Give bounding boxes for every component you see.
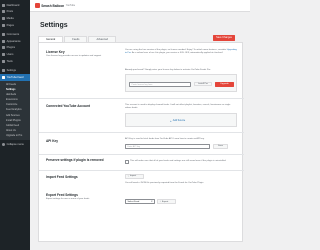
collapse-label: Collapse menu — [6, 143, 24, 147]
sidebar-item-plugins[interactable]: Plugins — [0, 45, 30, 52]
comments-icon — [2, 33, 5, 37]
import-button[interactable]: ↑ Import — [125, 174, 144, 179]
balloon-icon — [35, 3, 40, 8]
sidebar-item-label: Tools — [6, 59, 13, 63]
admin-sidebar: Dashboard Posts Media Pages Comments Appearan… — [0, 0, 30, 250]
youtube-feed-icon — [2, 75, 5, 79]
license-line2: As a valued user of our Lite plugin, you… — [131, 52, 224, 54]
license-line1b: To unlock more features, consider — [193, 49, 227, 51]
sidebar-item-pages[interactable]: Pages — [0, 22, 30, 29]
license-line1: You are using the free version of the pl… — [125, 49, 193, 51]
api-key-save-button[interactable]: Save — [213, 144, 228, 149]
upload-icon: ↑ — [127, 174, 129, 178]
page-title: Settings — [40, 22, 68, 29]
brand-name: Smash Balloon — [41, 3, 65, 8]
connect-label: Connected YouTube Account — [46, 104, 90, 108]
preserve-label: Preserve settings if plugin is removed — [46, 158, 104, 162]
export-button[interactable]: ↓ Export — [157, 199, 176, 204]
settings-panel: License Key Your license key provides ac… — [38, 42, 244, 242]
sidebar-item-tools[interactable]: Tools — [0, 58, 30, 65]
export-select-value: Select Feed — [127, 200, 140, 203]
brand-sub: YouTube — [65, 4, 76, 7]
license-row: License Key Your license key provides ac… — [39, 43, 244, 99]
settings-icon — [2, 69, 5, 73]
appearance-icon — [2, 39, 5, 43]
sidebar-item-label: Pages — [6, 23, 14, 27]
export-button-label: Export — [161, 200, 169, 203]
dashboard-icon — [2, 3, 5, 7]
submenu-item-upgrade-to-pro[interactable]: Upgrade to Pro — [0, 133, 30, 138]
preserve-desc: This will make sure that all of your fee… — [130, 160, 226, 163]
preserve-row: Preserve settings if plugin is removed T… — [39, 155, 244, 171]
sidebar-item-label: Settings — [6, 69, 16, 73]
sidebar-item-comments[interactable]: Comments — [0, 31, 30, 38]
import-desc: You will need a JSON file previously exp… — [125, 182, 204, 184]
pages-icon — [2, 23, 5, 27]
license-info: You are using the free version of the pl… — [125, 49, 237, 55]
license-key-placeholder: Paste license key here — [131, 83, 153, 86]
api-key-desc: API Key is used to fetch feeds from YouT… — [125, 138, 205, 140]
add-source-label: Add Source — [172, 119, 186, 122]
plugins-icon — [2, 46, 5, 50]
plugin-header: Smash Balloon YouTube — [30, 0, 250, 12]
import-label: Import Feed Settings — [46, 175, 78, 179]
export-row: Export Feed Settings Export settings for… — [39, 191, 244, 217]
collapse-icon — [2, 143, 5, 147]
sidebar-item-posts[interactable]: Posts — [0, 9, 30, 16]
tools-icon — [2, 59, 5, 63]
export-label: Export Feed Settings — [46, 193, 78, 197]
sidebar-item-label: Users — [6, 52, 14, 56]
brand-logo: Smash Balloon YouTube — [35, 3, 75, 8]
collapse-menu-button[interactable]: Collapse menu — [0, 142, 30, 149]
sidebar-submenu: All Feeds Settings oEmbeds Extensions Custom… — [0, 80, 30, 140]
export-feed-select[interactable]: Select Feed ▾ — [125, 199, 155, 205]
chevron-down-icon: ▾ — [151, 200, 153, 204]
api-key-input[interactable]: Enter API key — [125, 144, 210, 149]
save-changes-button[interactable]: Save Changes — [213, 35, 235, 41]
license-paste-note: Already purchased? Simply enter your lic… — [125, 69, 211, 71]
media-icon — [2, 16, 5, 20]
api-key-row: API Key API Key is used to fetch feeds f… — [39, 133, 244, 155]
sidebar-item-label: Media — [6, 16, 14, 20]
download-icon: ↓ — [159, 200, 161, 204]
sidebar-item-settings[interactable]: Settings — [0, 67, 30, 74]
sidebar-item-label: YouTube Feed — [6, 75, 24, 79]
api-key-placeholder: Enter API key — [127, 146, 141, 149]
license-label: License Key — [46, 50, 65, 54]
connect-desc: This account is used to display channel … — [125, 104, 231, 109]
add-source-box: + Add Source — [125, 113, 237, 127]
sidebar-item-label: Plugins — [6, 46, 16, 50]
license-key-input[interactable]: Paste license key here — [129, 81, 191, 87]
connect-row: Connected YouTube Account This account i… — [39, 99, 244, 133]
upgrade-button[interactable]: Upgrade — [215, 81, 234, 87]
sidebar-item-label: Appearance — [6, 39, 21, 43]
sidebar-item-label: Posts — [6, 10, 14, 14]
import-row: Import Feed Settings ↑ Import You will n… — [39, 171, 244, 191]
import-button-label: Import — [129, 175, 137, 178]
install-pro-button[interactable]: Install Pro — [194, 81, 212, 87]
sidebar-item-appearance[interactable]: Appearance — [0, 38, 30, 45]
add-source-button[interactable]: + Add Source — [170, 119, 185, 123]
posts-icon — [2, 10, 5, 14]
sidebar-item-label: Dashboard — [6, 3, 20, 7]
license-activation-box: Paste license key here Install Pro Upgra… — [125, 74, 237, 92]
plus-icon: + — [170, 118, 172, 123]
users-icon — [2, 52, 5, 56]
license-desc: Your license key provides access to upda… — [46, 55, 102, 57]
sidebar-item-label: Comments — [6, 33, 20, 37]
export-desc: Export settings for one or more of your … — [46, 198, 90, 200]
sidebar-item-dashboard[interactable]: Dashboard — [0, 2, 30, 9]
sidebar-item-users[interactable]: Users — [0, 51, 30, 58]
api-key-label: API Key — [46, 139, 59, 143]
preserve-checkbox[interactable] — [125, 160, 129, 164]
sidebar-item-youtube-feed[interactable]: YouTube Feed — [0, 73, 30, 81]
sidebar-item-media[interactable]: Media — [0, 15, 30, 22]
